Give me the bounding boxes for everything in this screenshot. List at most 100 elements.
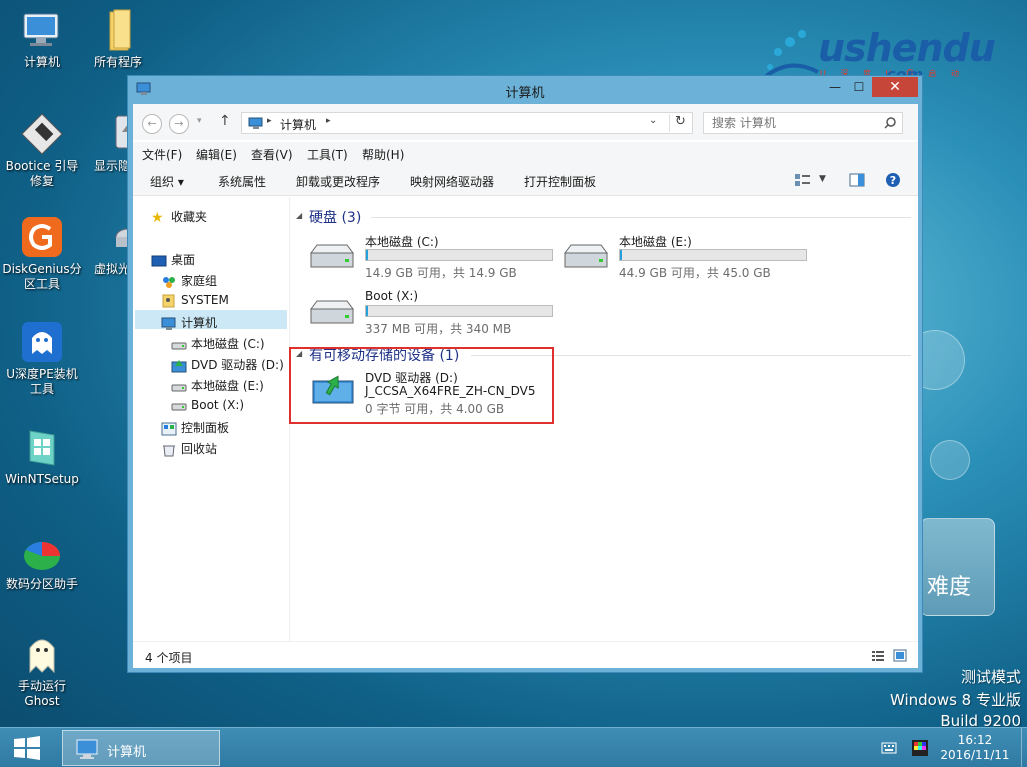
tree-item-recycle-bin[interactable]: 回收站 <box>161 440 217 457</box>
up-button[interactable]: ↑ <box>219 113 231 129</box>
desktop-icon-partition-assistant[interactable]: 数码分区助手 <box>2 530 82 592</box>
ghost-icon <box>20 632 64 676</box>
drive-item-x[interactable]: Boot (X:) 337 MB 可用，共 340 MB <box>307 289 567 341</box>
tree-item-drive-c[interactable]: 本地磁盘 (C:) <box>171 335 265 352</box>
tree-item-desktop[interactable]: 桌面 <box>151 251 195 268</box>
menu-view[interactable]: 查看(V) <box>251 146 293 163</box>
breadcrumb-computer[interactable]: 计算机 <box>280 116 316 133</box>
computer-icon <box>76 739 98 759</box>
search-input[interactable] <box>704 113 874 133</box>
drive-usage-bar <box>365 305 553 317</box>
drive-name: 本地磁盘 (C:) <box>365 235 439 249</box>
tree-item-label: 本地磁盘 (E:) <box>191 379 264 393</box>
tree-item-favorites[interactable]: ★ 收藏夹 <box>151 208 207 225</box>
system-properties-button[interactable]: 系统属性 <box>218 173 266 190</box>
hard-drive-icon <box>171 403 187 410</box>
status-bar: 4 个项目 <box>133 641 918 668</box>
navigation-bar: ← → ▾ ↑ ▸ 计算机 ▸ ⌄ ↻ <box>133 104 918 140</box>
keyboard-icon[interactable] <box>881 742 897 754</box>
tree-item-computer[interactable]: 计算机 <box>161 314 217 331</box>
desktop-icon-winntsetup[interactable]: WinNTSetup <box>2 425 82 487</box>
highlight-box <box>289 347 554 424</box>
start-windows-icon[interactable] <box>12 736 42 760</box>
title-bar[interactable]: 计算机 — ☐ ✕ <box>128 76 922 104</box>
search-box[interactable] <box>703 112 903 134</box>
brand-name: ushendu <box>818 26 996 70</box>
maximize-button[interactable]: ☐ <box>846 77 872 97</box>
address-bar[interactable]: ▸ 计算机 ▸ ⌄ ↻ <box>241 112 693 134</box>
clock-date: 2016/11/11 <box>940 748 1010 762</box>
tree-item-system[interactable]: SYSTEM <box>161 293 229 308</box>
tree-item-drive-x[interactable]: Boot (X:) <box>171 398 244 413</box>
difficulty-button[interactable]: 难度 <box>920 518 995 616</box>
large-icons-view-icon[interactable] <box>893 649 907 662</box>
tree-item-label: 回收站 <box>181 442 218 456</box>
forward-button[interactable]: → <box>169 114 189 134</box>
desktop-icon-ghost[interactable]: 手动运行Ghost <box>2 632 82 709</box>
close-button[interactable]: ✕ <box>872 77 918 97</box>
desktop-icon-label: 数码分区助手 <box>5 577 78 591</box>
tree-item-homegroup[interactable]: 家庭组 <box>161 272 217 289</box>
help-icon[interactable]: ? <box>885 172 901 188</box>
window-title: 计算机 <box>505 86 545 101</box>
hard-drive-icon <box>310 244 354 268</box>
search-icon[interactable] <box>884 117 896 129</box>
organize-button[interactable]: 组织 ▾ <box>150 173 184 190</box>
desktop-icon-bootice[interactable]: Bootice 引导修复 <box>2 112 82 189</box>
desktop-icon-label: 手动运行Ghost <box>17 679 66 708</box>
drive-item-e[interactable]: 本地磁盘 (E:) 44.9 GB 可用，共 45.0 GB <box>561 233 821 285</box>
folder-icon <box>96 8 140 52</box>
tree-item-label: 桌面 <box>171 253 196 267</box>
show-desktop-button[interactable] <box>1021 728 1027 767</box>
group-header-hdd[interactable]: 硬盘 (3) <box>309 207 361 227</box>
address-dropdown-icon[interactable]: ⌄ <box>649 115 657 126</box>
tree-item-label: 收藏夹 <box>171 210 208 224</box>
drive-item-c[interactable]: 本地磁盘 (C:) 14.9 GB 可用，共 14.9 GB <box>307 233 567 285</box>
breadcrumb-chevron-icon[interactable]: ▸ <box>326 116 331 126</box>
computer-icon <box>20 8 64 52</box>
drive-usage-fill <box>366 250 368 260</box>
open-control-panel-button[interactable]: 打开控制面板 <box>524 173 596 190</box>
command-bar: 组织 ▾ 系统属性 卸载或更改程序 映射网络驱动器 打开控制面板 ▼ ? <box>133 164 918 196</box>
floppy-icon <box>20 112 64 156</box>
desktop-icon-label: Bootice 引导修复 <box>5 159 79 188</box>
os-watermark: 测试模式 Windows 8 专业版 Build 9200 <box>890 666 1021 730</box>
menu-edit[interactable]: 编辑(E) <box>196 146 237 163</box>
refresh-icon[interactable]: ↻ <box>669 114 691 132</box>
map-network-drive-button[interactable]: 映射网络驱动器 <box>410 173 494 190</box>
recent-dropdown-icon[interactable]: ▾ <box>197 116 202 126</box>
tree-item-control-panel[interactable]: 控制面板 <box>161 419 229 436</box>
taskbar-item-computer[interactable]: 计算机 <box>62 730 220 766</box>
item-count: 4 个项目 <box>145 651 193 665</box>
desktop-icon-label: 计算机 <box>23 55 60 69</box>
menu-tools[interactable]: 工具(T) <box>307 146 348 163</box>
tree-item-drive-d[interactable]: DVD 驱动器 (D:) <box>171 356 284 373</box>
view-dropdown-icon[interactable]: ▼ <box>819 174 826 184</box>
uninstall-program-button[interactable]: 卸载或更改程序 <box>296 173 380 190</box>
navigation-pane: ★ 收藏夹 桌面 家庭组 SYSTEM 计算机 本地磁盘 (C:) DVD 驱动器… <box>133 197 290 641</box>
preview-pane-icon[interactable] <box>849 173 865 187</box>
drive-usage-bar <box>365 249 553 261</box>
drive-stats: 14.9 GB 可用，共 14.9 GB <box>365 266 517 280</box>
hard-drive-icon <box>171 384 187 391</box>
desktop-icon-all-programs[interactable]: 所有程序 <box>78 8 158 70</box>
desktop-icon-udeep-installer[interactable]: U深度PE装机工具 <box>2 320 82 397</box>
menu-help[interactable]: 帮助(H) <box>362 146 404 163</box>
desktop-icon-computer[interactable]: 计算机 <box>2 8 82 70</box>
homegroup-icon <box>163 276 175 288</box>
desktop-icon <box>151 255 167 266</box>
tree-item-drive-e[interactable]: 本地磁盘 (E:) <box>171 377 264 394</box>
view-options-icon[interactable] <box>794 173 812 187</box>
desktop-icon-diskgenius[interactable]: DiskGenius分区工具 <box>2 215 82 292</box>
collapse-hdd-group-icon[interactable]: ◢ <box>296 211 302 220</box>
watermark-edition: Windows 8 专业版 <box>889 691 1021 709</box>
drive-name: 本地磁盘 (E:) <box>619 235 692 249</box>
details-view-icon[interactable] <box>871 650 885 662</box>
taskbar-item-label: 计算机 <box>107 745 147 760</box>
minimize-button[interactable]: — <box>822 77 848 97</box>
back-button[interactable]: ← <box>142 114 162 134</box>
color-display-icon[interactable] <box>912 740 928 756</box>
breadcrumb-separator-icon[interactable]: ▸ <box>267 116 272 126</box>
menu-file[interactable]: 文件(F) <box>142 146 182 163</box>
system-clock[interactable]: 16:12 2016/11/11 <box>940 733 1010 763</box>
